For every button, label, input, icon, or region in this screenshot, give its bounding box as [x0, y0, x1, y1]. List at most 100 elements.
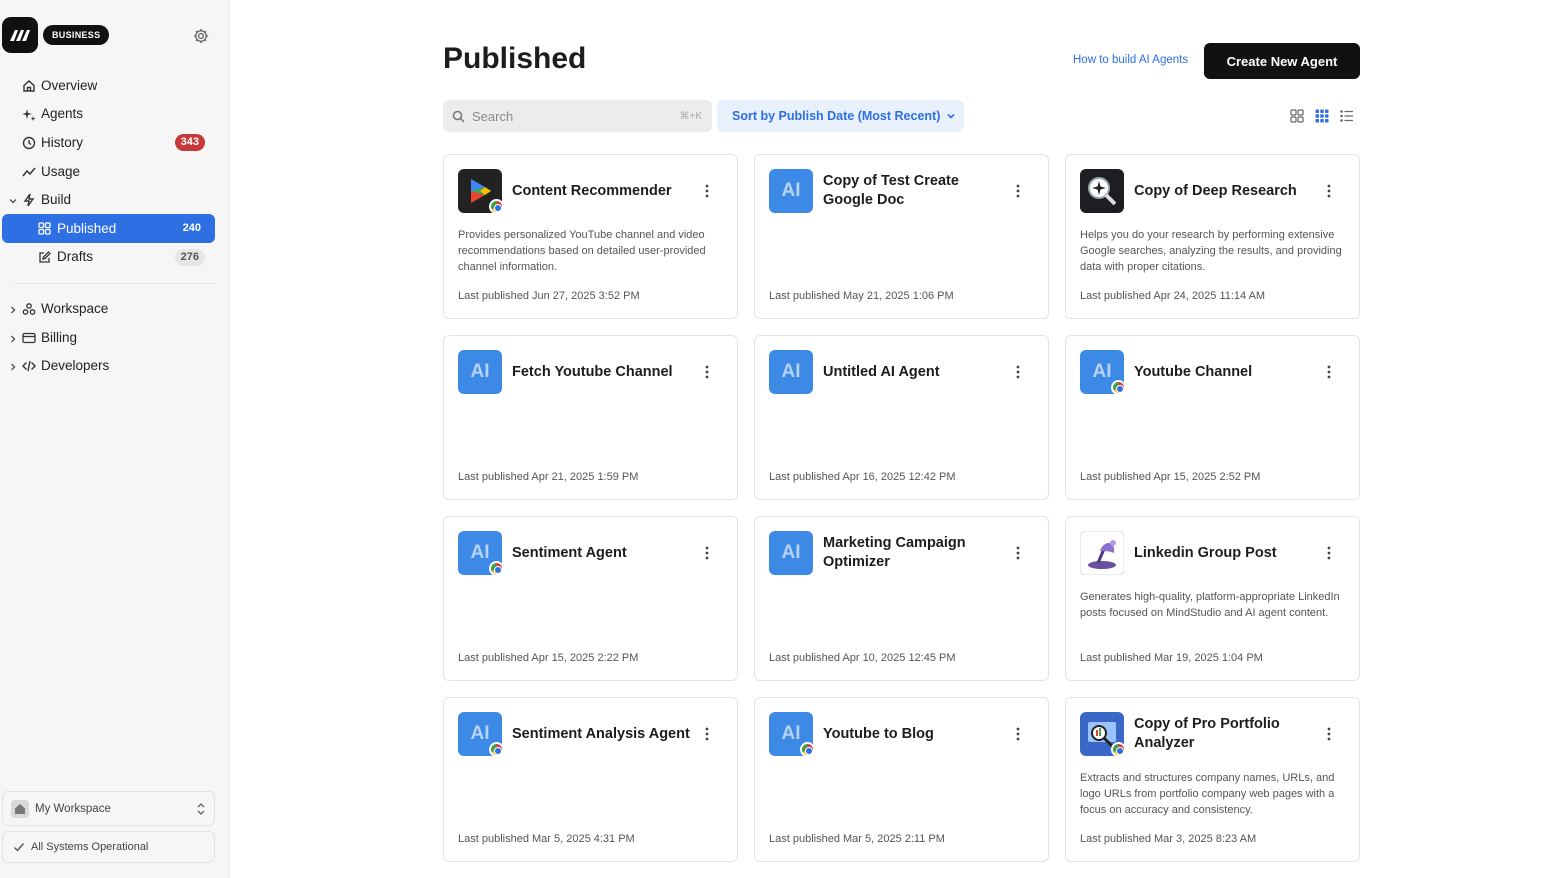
sidebar-item-label: Overview: [41, 77, 98, 93]
brand[interactable]: BUSINESS: [2, 17, 110, 53]
sidebar-item-developers[interactable]: Developers: [0, 351, 230, 380]
more-options-icon[interactable]: [1322, 726, 1336, 742]
last-published: Last published Mar 5, 2025 2:11 PM: [769, 833, 945, 845]
more-options-icon[interactable]: [1011, 183, 1025, 199]
chevron-down-icon: [947, 113, 955, 119]
large-grid-view-icon[interactable]: [1289, 108, 1305, 124]
more-options-icon[interactable]: [700, 545, 714, 561]
agent-card[interactable]: AI Sentiment Analysis Agent Last published…: [443, 697, 738, 862]
last-published: Last published Apr 10, 2025 12:45 PM: [769, 652, 956, 664]
agent-name: Sentiment Analysis Agent: [512, 725, 690, 742]
sidebar-item-overview[interactable]: Overview: [0, 71, 230, 100]
system-status[interactable]: All Systems Operational: [2, 831, 215, 863]
search-box[interactable]: ⌘+K: [443, 100, 712, 132]
team-icon: [22, 302, 36, 316]
more-options-icon[interactable]: [1011, 726, 1025, 742]
chrome-extension-icon: [1111, 380, 1126, 395]
published-count-badge: 240: [182, 221, 201, 234]
sidebar-item-label: Drafts: [57, 249, 94, 265]
agent-name: Linkedin Group Post: [1134, 544, 1277, 561]
more-options-icon[interactable]: [1011, 364, 1025, 380]
agent-card[interactable]: Linkedin Group Post Generates high-qualit…: [1065, 516, 1360, 681]
sidebar-item-label: Agents: [41, 106, 84, 122]
more-options-icon[interactable]: [1322, 364, 1336, 380]
agent-card[interactable]: AI Youtube Channel Last published Apr 15, …: [1065, 335, 1360, 500]
agent-name: Copy of Test Create Google Doc: [823, 173, 959, 208]
create-new-agent-button[interactable]: Create New Agent: [1204, 43, 1360, 79]
agent-card[interactable]: AI Untitled AI Agent Last published Apr 16…: [754, 335, 1049, 500]
agent-card[interactable]: AI Sentiment Agent Last published Apr 15, …: [443, 516, 738, 681]
gramophone-icon: [1080, 531, 1124, 575]
sort-label: Sort by Publish Date (Most Recent): [732, 109, 941, 123]
grid-icon: [38, 222, 52, 236]
more-options-icon[interactable]: [1322, 183, 1336, 199]
more-options-icon[interactable]: [700, 183, 714, 199]
last-published: Last published Jun 27, 2025 3:52 PM: [458, 290, 640, 302]
check-icon: [13, 841, 25, 853]
agent-description: Generates high-quality, platform-appropr…: [1080, 591, 1340, 619]
agent-card[interactable]: AI Fetch Youtube Channel Last published Ap…: [443, 335, 738, 500]
agent-name: Youtube to Blog: [823, 725, 934, 742]
agent-card[interactable]: AI Copy of Test Create Google Doc Last pub…: [754, 154, 1049, 319]
sidebar-item-billing[interactable]: Billing: [0, 323, 230, 352]
agent-card[interactable]: AI Youtube to Blog Last published Mar 5, 2…: [754, 697, 1049, 862]
ai-agent-icon: AI: [458, 350, 502, 394]
sidebar-item-workspace[interactable]: Workspace: [0, 294, 230, 323]
list-view-icon[interactable]: [1339, 108, 1355, 124]
chevron-right-icon[interactable]: [8, 332, 18, 343]
sidebar: BUSINESS Overview Agents History 343 Usa…: [0, 0, 230, 878]
chevron-down-icon[interactable]: [8, 194, 18, 204]
sidebar-item-label: Developers: [41, 358, 110, 374]
business-badge: BUSINESS: [43, 25, 110, 45]
sidebar-item-label: Published: [57, 220, 117, 236]
sidebar-item-history[interactable]: History 343: [0, 128, 230, 157]
sidebar-item-drafts[interactable]: Drafts 276: [0, 243, 230, 272]
chrome-extension-icon: [489, 742, 504, 757]
sidebar-nav: Overview Agents History 343 Usage Build …: [0, 71, 230, 380]
lightning-icon: [22, 193, 36, 207]
last-published: Last published Apr 15, 2025 2:22 PM: [458, 652, 639, 664]
magnifier-icon: [1080, 169, 1124, 213]
ai-agent-icon: AI: [769, 350, 813, 394]
gear-icon[interactable]: [192, 27, 210, 45]
sidebar-item-label: Workspace: [41, 300, 109, 316]
last-published: Last published Mar 3, 2025 8:23 AM: [1080, 833, 1257, 845]
more-options-icon[interactable]: [1322, 545, 1336, 561]
sidebar-item-usage[interactable]: Usage: [0, 157, 230, 186]
agent-description: Provides personalized YouTube channel an…: [458, 229, 706, 273]
agent-card[interactable]: Content Recommender Provides personalized…: [443, 154, 738, 319]
sidebar-item-published[interactable]: Published 240: [2, 213, 215, 243]
ai-icon-text: AI: [781, 361, 801, 382]
search-input[interactable]: [472, 108, 672, 124]
sidebar-item-agents[interactable]: Agents: [0, 100, 230, 129]
chevron-right-icon[interactable]: [8, 360, 18, 371]
agent-card[interactable]: Copy of Deep Research Helps you do your r…: [1065, 154, 1360, 319]
page-title: Published: [443, 42, 587, 75]
drafts-count-badge: 276: [174, 248, 205, 266]
agent-name: Youtube Channel: [1134, 363, 1253, 380]
chrome-extension-icon: [489, 199, 504, 214]
ai-agent-icon: AI: [769, 169, 813, 213]
ai-icon-text: AI: [1092, 361, 1112, 382]
last-published: Last published Apr 15, 2025 2:52 PM: [1080, 471, 1261, 483]
sidebar-item-label: Usage: [41, 163, 81, 179]
more-options-icon[interactable]: [1011, 545, 1025, 561]
sidebar-item-build[interactable]: Build: [0, 185, 230, 214]
workspace-name: My Workspace: [35, 802, 111, 815]
how-to-build-link[interactable]: How to build AI Agents: [1073, 54, 1188, 66]
small-grid-view-icon[interactable]: [1314, 108, 1330, 124]
agent-description: Extracts and structures company names, U…: [1080, 772, 1335, 816]
more-options-icon[interactable]: [700, 364, 714, 380]
agent-card[interactable]: AI Marketing Campaign Optimizer Last publi…: [754, 516, 1049, 681]
last-published: Last published Apr 21, 2025 1:59 PM: [458, 471, 639, 483]
workspace-switcher[interactable]: My Workspace: [2, 791, 215, 826]
ai-icon-text: AI: [470, 542, 490, 563]
more-options-icon[interactable]: [700, 726, 714, 742]
trend-icon: [22, 165, 36, 179]
sort-dropdown[interactable]: Sort by Publish Date (Most Recent): [717, 100, 964, 132]
agent-card[interactable]: Copy of Pro Portfolio Analyzer Extracts a…: [1065, 697, 1360, 862]
last-published: Last published Apr 16, 2025 12:42 PM: [769, 471, 956, 483]
chevron-right-icon[interactable]: [8, 303, 18, 314]
chevron-updown-icon: [196, 802, 206, 816]
mindstudio-logo[interactable]: [2, 17, 38, 53]
